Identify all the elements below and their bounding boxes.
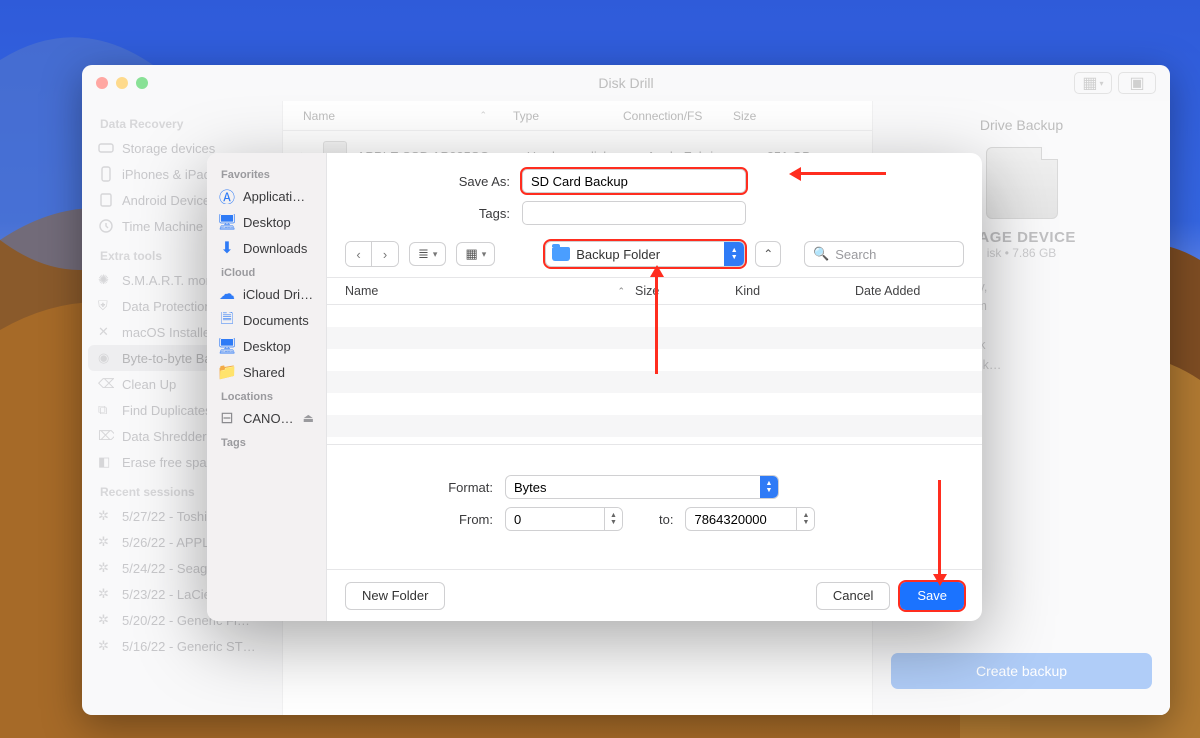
new-folder-button[interactable]: New Folder [345, 582, 445, 610]
desktop-icon: 🖥 [219, 214, 235, 230]
gear-icon: ✲ [98, 508, 114, 524]
cancel-button[interactable]: Cancel [816, 582, 890, 610]
from-stepper[interactable]: 0▲▼ [505, 507, 623, 531]
sheet-main: Save As: Tags: ‹ › ≣▾ ▦▾ Backup Folder ▲… [327, 153, 982, 621]
documents-icon: 🗎 [219, 312, 235, 328]
panel-title: Drive Backup [891, 117, 1152, 133]
file-browser-body[interactable] [327, 305, 982, 445]
gear-icon: ✲ [98, 586, 114, 602]
collapse-button[interactable]: ⌃ [755, 241, 781, 267]
gear-icon: ✲ [98, 534, 114, 550]
duplicates-icon: ⧉ [98, 402, 114, 418]
back-button[interactable]: ‹ [346, 242, 372, 266]
phone-icon [98, 166, 114, 182]
sheet-sidebar: Favorites ⒶApplicati… 🖥Desktop ⬇Download… [207, 153, 327, 621]
erase-icon: ◧ [98, 454, 114, 470]
to-stepper[interactable]: 7864320000▲▼ [685, 507, 815, 531]
stepper-icon[interactable]: ▲▼ [604, 508, 622, 530]
chevron-updown-icon: ▲▼ [760, 476, 778, 498]
save-as-label: Save As: [345, 174, 510, 189]
shredder-icon: ⌦ [98, 428, 114, 444]
folder-icon [552, 247, 570, 261]
save-button[interactable]: Save [900, 582, 964, 610]
sidebar-item-downloads[interactable]: ⬇Downloads [207, 235, 326, 261]
sidebar-item-shared[interactable]: 📁Shared [207, 359, 326, 385]
smart-icon: ✺ [98, 272, 114, 288]
downloads-icon: ⬇ [219, 240, 235, 256]
titlebar: Disk Drill ▦▾ ▣ [82, 65, 1170, 101]
col-size[interactable]: Size [733, 109, 774, 123]
gear-icon: ✲ [98, 612, 114, 628]
view-list-menu[interactable]: ≣▾ [409, 242, 446, 266]
save-as-input[interactable] [522, 169, 746, 193]
clock-icon [98, 218, 114, 234]
sidebar-item-desktop2[interactable]: 🖥Desktop [207, 333, 326, 359]
shield-icon: ⛨ [98, 298, 114, 314]
backup-icon: ◉ [98, 350, 114, 366]
window-title: Disk Drill [82, 75, 1170, 91]
sort-caret-icon: ⌃ [617, 286, 625, 297]
to-label: to: [659, 512, 673, 527]
gear-icon: ✲ [98, 560, 114, 576]
sidebar-item-icloud[interactable]: ☁iCloud Dri… [207, 281, 326, 307]
sd-card-icon [986, 147, 1058, 219]
col-name[interactable]: Name [303, 109, 335, 123]
col-name[interactable]: Name [345, 284, 378, 298]
eject-icon[interactable]: ⏏ [303, 411, 314, 425]
col-date[interactable]: Date Added [855, 284, 964, 298]
sidebar-item-desktop[interactable]: 🖥Desktop [207, 209, 326, 235]
nav-back-forward[interactable]: ‹ › [345, 241, 399, 267]
app-icon: Ⓐ [219, 188, 235, 204]
cloud-icon: ☁ [219, 286, 235, 302]
broom-icon: ⌫ [98, 376, 114, 392]
gear-icon: ✲ [98, 638, 114, 654]
format-popup[interactable]: Bytes ▲▼ [505, 475, 779, 499]
forward-button[interactable]: › [372, 242, 398, 266]
sidebar-item[interactable]: ✲5/16/22 - Generic ST… [88, 633, 282, 659]
stepper-icon[interactable]: ▲▼ [796, 508, 814, 530]
col-type[interactable]: Type [513, 109, 623, 123]
search-icon: 🔍 [813, 246, 829, 262]
drive-icon [98, 140, 114, 156]
disk-icon: ✕ [98, 324, 114, 340]
tags-input[interactable] [522, 201, 746, 225]
view-group-menu[interactable]: ▦▾ [456, 242, 495, 266]
file-browser-header: Name ⌃ Size Kind Date Added [327, 277, 982, 305]
col-conn[interactable]: Connection/FS [623, 109, 733, 123]
col-size[interactable]: Size [635, 284, 735, 298]
format-label: Format: [363, 480, 493, 495]
chevron-updown-icon: ▲▼ [724, 242, 744, 266]
col-kind[interactable]: Kind [735, 284, 855, 298]
drive-icon: ⊟ [219, 410, 235, 426]
sort-caret-icon: ⌃ [479, 110, 487, 121]
tablet-icon [98, 192, 114, 208]
sheet-bottom-bar: New Folder Cancel Save [327, 569, 982, 621]
path-toolbar: ‹ › ≣▾ ▦▾ Backup Folder ▲▼ ⌃ 🔍 Search [327, 229, 982, 277]
sidebar-item-documents[interactable]: 🗎Documents [207, 307, 326, 333]
save-sheet: Favorites ⒶApplicati… 🖥Desktop ⬇Download… [207, 153, 982, 621]
create-backup-button[interactable]: Create backup [891, 653, 1152, 689]
from-label: From: [363, 512, 493, 527]
shared-icon: 📁 [219, 364, 235, 380]
sidebar-item-applications[interactable]: ⒶApplicati… [207, 183, 326, 209]
desktop-icon: 🖥 [219, 338, 235, 354]
tags-label: Tags: [345, 206, 510, 221]
sidebar-item-device[interactable]: ⊟CANO…⏏ [207, 405, 326, 431]
search-field[interactable]: 🔍 Search [804, 241, 964, 267]
location-popup[interactable]: Backup Folder ▲▼ [545, 241, 745, 267]
